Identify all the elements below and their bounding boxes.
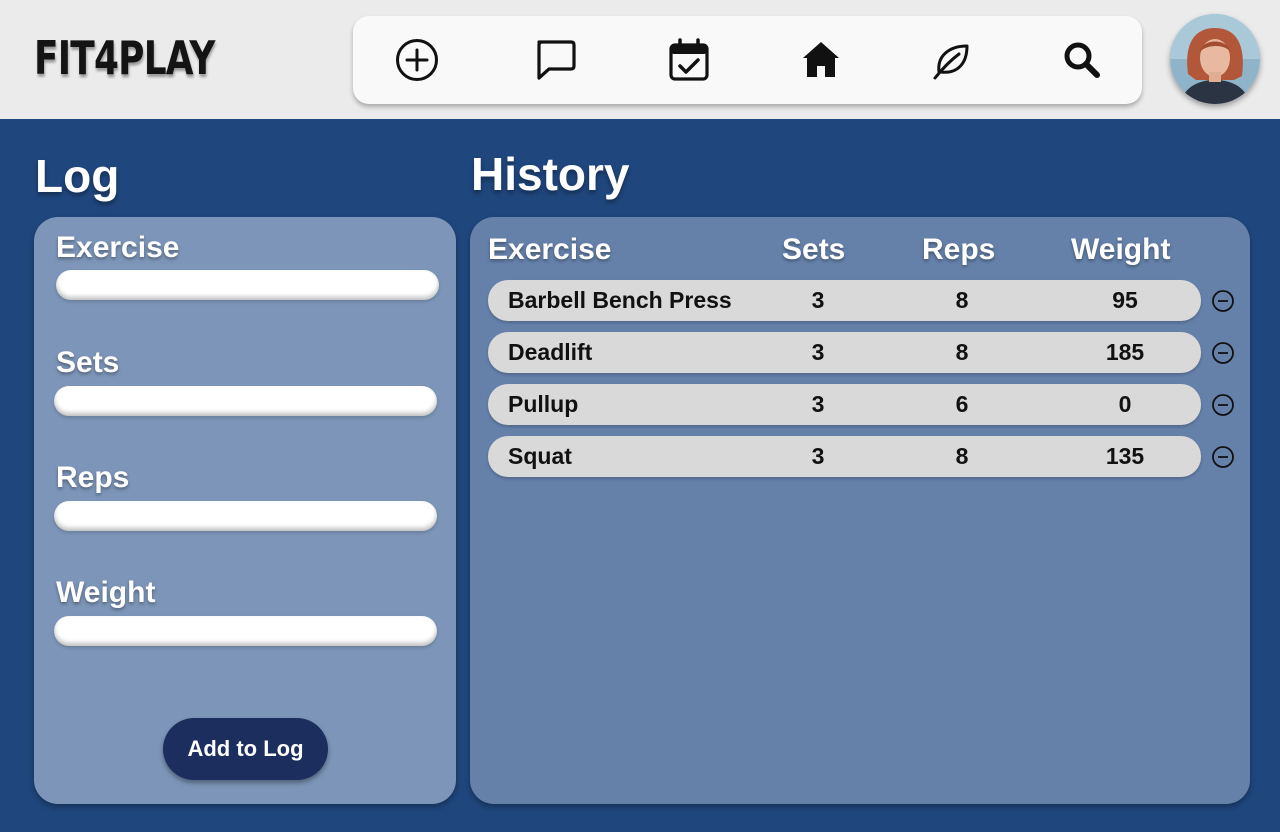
remove-row-button[interactable] (1211, 341, 1235, 365)
nav-add-button[interactable] (392, 35, 442, 85)
plus-circle-icon (396, 39, 438, 81)
calendar-check-icon (669, 38, 709, 81)
history-title: History (471, 148, 630, 200)
remove-row-button[interactable] (1211, 445, 1235, 469)
row-weight: 185 (1105, 339, 1145, 365)
log-title: Log (35, 150, 120, 202)
row-reps: 8 (955, 287, 969, 313)
reps-label: Reps (56, 461, 130, 494)
chat-bubble-icon (537, 40, 576, 80)
minus-circle-icon (1212, 394, 1234, 416)
row-exercise: Deadlift (508, 339, 593, 365)
exercise-label: Exercise (56, 231, 180, 264)
exercise-input[interactable] (56, 270, 439, 300)
nav-bar (353, 16, 1142, 104)
search-icon (1064, 42, 1100, 78)
leaf-icon (933, 44, 969, 80)
history-panel: Exercise Sets Reps Weight Barbell Bench … (470, 217, 1250, 804)
reps-input[interactable] (54, 501, 437, 531)
avatar-image (1170, 14, 1260, 104)
nav-home-button[interactable] (796, 35, 846, 85)
row-exercise: Squat (508, 443, 572, 469)
user-avatar[interactable] (1170, 14, 1260, 104)
row-reps: 6 (955, 391, 969, 417)
home-icon (803, 42, 839, 77)
log-panel: Exercise Sets Reps Weight Add to Log (34, 217, 456, 804)
row-reps: 8 (955, 339, 969, 365)
row-sets: 3 (811, 339, 825, 365)
weight-label: Weight (56, 576, 156, 609)
nav-search-button[interactable] (1057, 35, 1107, 85)
nav-nutrition-button[interactable] (926, 35, 976, 85)
row-exercise: Pullup (508, 391, 579, 417)
table-row[interactable]: Pullup 3 6 0 (488, 384, 1201, 425)
table-row[interactable]: Barbell Bench Press 3 8 95 (488, 280, 1201, 321)
minus-circle-icon (1212, 342, 1234, 364)
add-to-log-button[interactable]: Add to Log (163, 718, 328, 780)
row-exercise: Barbell Bench Press (508, 287, 732, 313)
row-sets: 3 (811, 391, 825, 417)
nav-messages-button[interactable] (530, 35, 580, 85)
row-weight: 0 (1118, 391, 1132, 417)
column-header-reps: Reps (922, 233, 996, 266)
sets-label: Sets (56, 346, 120, 379)
minus-circle-icon (1212, 446, 1234, 468)
top-bar: FIT4PLAY (0, 0, 1280, 119)
row-sets: 3 (811, 443, 825, 469)
sets-input[interactable] (54, 386, 437, 416)
remove-row-button[interactable] (1211, 393, 1235, 417)
table-row[interactable]: Deadlift 3 8 185 (488, 332, 1201, 373)
column-header-exercise: Exercise (488, 233, 612, 266)
app-logo[interactable]: FIT4PLAY (34, 28, 215, 88)
table-row[interactable]: Squat 3 8 135 (488, 436, 1201, 477)
nav-calendar-button[interactable] (664, 35, 714, 85)
column-header-sets: Sets (782, 233, 846, 266)
row-weight: 95 (1112, 287, 1138, 313)
weight-input[interactable] (54, 616, 437, 646)
column-header-weight: Weight (1071, 233, 1171, 266)
row-reps: 8 (955, 443, 969, 469)
remove-row-button[interactable] (1211, 289, 1235, 313)
row-weight: 135 (1105, 443, 1145, 469)
minus-circle-icon (1212, 290, 1234, 312)
row-sets: 3 (811, 287, 825, 313)
